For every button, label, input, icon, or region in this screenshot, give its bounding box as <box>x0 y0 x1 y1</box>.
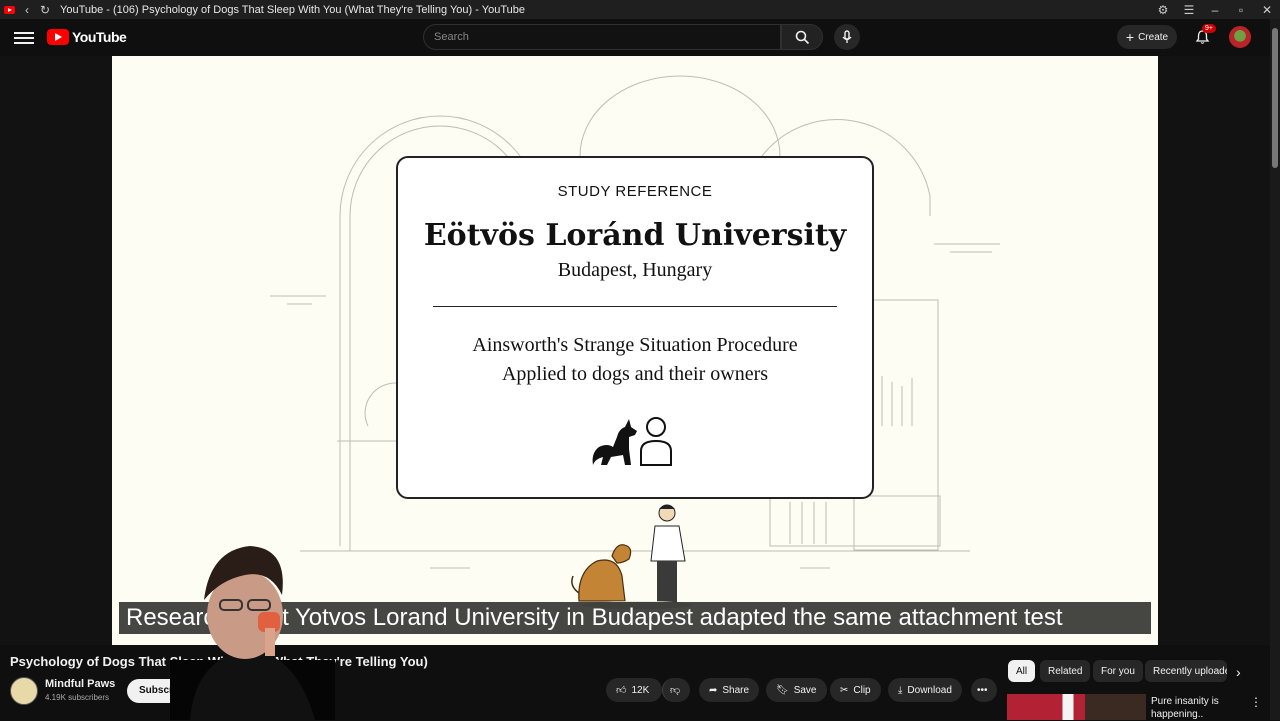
chips-next-icon[interactable]: › <box>1236 664 1241 680</box>
share-button[interactable]: ➦ Share <box>699 678 760 702</box>
voice-search-button[interactable] <box>834 24 860 50</box>
recommendation-title[interactable]: Pure insanity is happening.. <box>1151 695 1241 721</box>
chip-for-you[interactable]: For you <box>1093 660 1143 682</box>
chip-all[interactable]: All <box>1008 660 1036 682</box>
guide-menu-icon[interactable] <box>14 29 34 45</box>
logo-text: YouTube <box>72 29 127 45</box>
card-heading: STUDY REFERENCE <box>557 183 713 200</box>
close-icon[interactable]: ✕ <box>1254 3 1280 17</box>
scissors-icon: ✂ <box>840 684 849 696</box>
clip-button[interactable]: ✂ Clip <box>830 678 881 702</box>
chip-related[interactable]: Related <box>1040 660 1091 682</box>
clip-label: Clip <box>853 684 871 696</box>
youtube-play-icon <box>47 29 69 45</box>
webcam-overlay <box>170 546 335 720</box>
scrollbar-thumb[interactable] <box>1272 28 1278 168</box>
download-label: Download <box>907 684 952 696</box>
card-divider <box>433 306 837 307</box>
save-button[interactable]: 🔖︎ Save <box>766 678 827 702</box>
dog-and-person-icon <box>592 417 672 466</box>
search-button[interactable] <box>781 24 823 50</box>
study-reference-card: STUDY REFERENCE Eötvös Loránd University… <box>396 156 874 499</box>
more-icon: ••• <box>977 684 988 696</box>
minimize-icon[interactable]: – <box>1202 3 1228 17</box>
player-letterbox-right <box>1158 56 1270 645</box>
share-icon: ➦ <box>709 684 718 696</box>
search-icon <box>795 30 809 44</box>
channel-avatar[interactable] <box>10 677 38 705</box>
download-icon: ⤓ <box>898 684 903 696</box>
share-label: Share <box>722 684 750 696</box>
search-input[interactable]: Search <box>423 24 781 50</box>
like-button[interactable]: 👍︎ 12K <box>606 678 662 702</box>
chip-recently-uploaded[interactable]: Recently uploaded <box>1145 660 1227 682</box>
create-button[interactable]: + Create <box>1117 25 1177 49</box>
menu-icon[interactable]: ☰ <box>1176 3 1202 17</box>
create-label: Create <box>1138 31 1169 43</box>
dog-and-owner-illustration <box>571 504 692 609</box>
university-name: Eötvös Loránd University <box>423 218 847 253</box>
browser-title-bar: ‹ ↻ YouTube - (106) Psychology of Dogs T… <box>0 0 1280 19</box>
more-actions-button[interactable]: ••• <box>971 678 997 702</box>
thumbs-up-icon: 👍︎ <box>616 685 627 696</box>
window-title: YouTube - (106) Psychology of Dogs That … <box>60 3 526 16</box>
subscriber-count: 4.19K subscribers <box>45 693 110 702</box>
recommendation-thumbnail[interactable] <box>1007 694 1146 720</box>
procedure-line-1: Ainsworth's Strange Situation Procedure <box>472 334 798 356</box>
extensions-icon[interactable]: ⚙ <box>1150 3 1176 17</box>
like-count: 12K <box>631 684 650 696</box>
channel-name[interactable]: Mindful Paws <box>45 678 115 690</box>
save-icon: 🔖︎ <box>776 684 789 696</box>
university-location: Budapest, Hungary <box>557 259 713 281</box>
player-letterbox-left <box>0 56 112 645</box>
notification-badge: 9+ <box>1202 24 1216 33</box>
procedure-line-2: Applied to dogs and their owners <box>501 363 769 385</box>
youtube-favicon-icon <box>0 0 18 19</box>
save-label: Save <box>793 684 817 696</box>
recommendation-menu-icon[interactable]: ⋮ <box>1250 695 1262 709</box>
restore-icon[interactable]: ▫ <box>1228 3 1254 17</box>
account-avatar[interactable] <box>1229 26 1251 48</box>
dislike-button[interactable]: 👎︎ <box>662 678 690 702</box>
reload-icon[interactable]: ↻ <box>36 0 54 19</box>
microphone-icon <box>842 30 852 43</box>
download-button[interactable]: ⤓ Download <box>888 678 962 702</box>
back-icon[interactable]: ‹ <box>18 0 36 19</box>
plus-icon: + <box>1125 29 1135 45</box>
youtube-logo[interactable]: YouTube <box>47 29 127 45</box>
thumbs-down-icon: 👎︎ <box>670 685 681 696</box>
masthead: YouTube Search + Create 9+ <box>0 19 1280 56</box>
